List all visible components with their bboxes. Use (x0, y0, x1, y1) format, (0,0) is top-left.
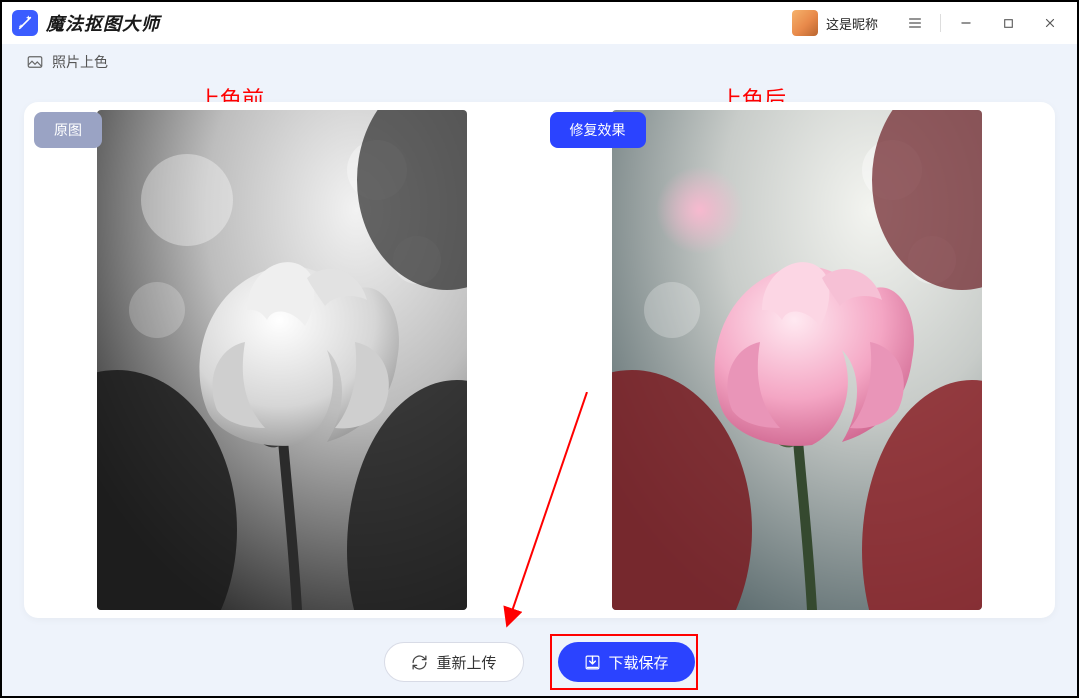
breadcrumb-label: 照片上色 (52, 52, 108, 72)
window-maximize-button[interactable] (987, 2, 1029, 44)
title-bar: 魔法抠图大师 这是昵称 (2, 2, 1077, 44)
compare-card: 原图 (24, 102, 1055, 618)
user-nickname: 这是昵称 (826, 14, 878, 33)
refresh-icon (411, 654, 428, 671)
download-icon (584, 654, 601, 671)
close-icon (1043, 16, 1057, 30)
menu-button[interactable] (894, 2, 936, 44)
hamburger-icon (907, 15, 923, 31)
image-restored (612, 110, 982, 610)
download-label: 下载保存 (609, 652, 669, 673)
maximize-icon (1002, 17, 1015, 30)
app-title: 魔法抠图大师 (46, 10, 160, 36)
reupload-label: 重新上传 (436, 652, 496, 673)
pane-original: 原图 (32, 110, 532, 610)
window-minimize-button[interactable] (945, 2, 987, 44)
action-bar: 重新上传 下载保存 (2, 642, 1077, 682)
avatar[interactable] (792, 10, 818, 36)
badge-original: 原图 (34, 112, 102, 148)
divider (940, 14, 941, 32)
pane-restored: 修复效果 (548, 110, 1048, 610)
image-original (97, 110, 467, 610)
breadcrumb: 照片上色 (2, 44, 1077, 80)
minimize-icon (959, 16, 973, 30)
wand-icon (17, 15, 33, 31)
reupload-button[interactable]: 重新上传 (384, 642, 523, 682)
window-close-button[interactable] (1029, 2, 1071, 44)
app-logo (12, 10, 38, 36)
badge-restored: 修复效果 (550, 112, 646, 148)
download-button[interactable]: 下载保存 (558, 642, 695, 682)
top-slot-right (664, 8, 784, 38)
top-slot-left (166, 8, 606, 38)
image-icon (26, 53, 44, 71)
